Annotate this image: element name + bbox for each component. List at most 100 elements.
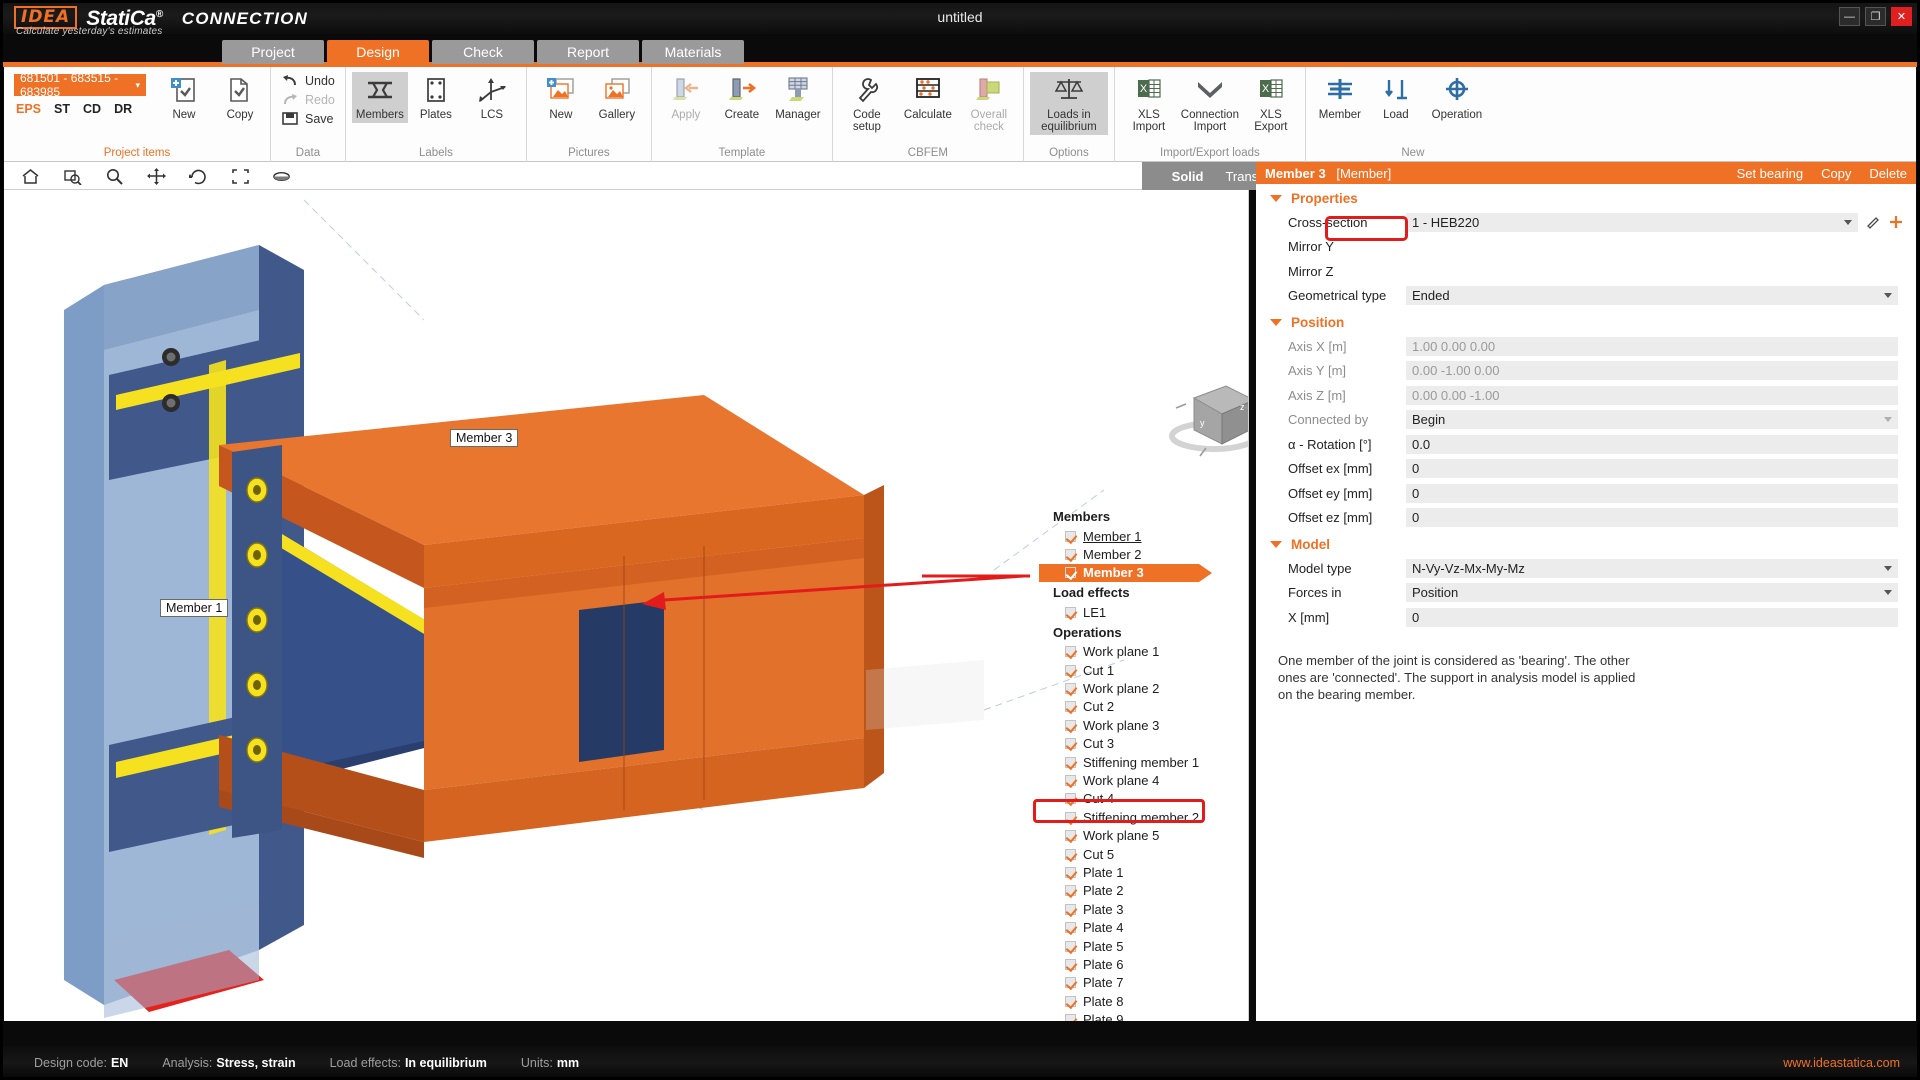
checkbox[interactable]: [1065, 665, 1076, 676]
filter-cd[interactable]: CD: [83, 102, 101, 116]
tab-report[interactable]: Report: [537, 40, 639, 64]
new-load-button[interactable]: Load: [1368, 72, 1424, 123]
model-viewport[interactable]: Member 3 Member 1 y z Members Member 1: [4, 190, 1249, 1021]
delete-button[interactable]: Delete: [1869, 166, 1907, 181]
new-member-button[interactable]: Member: [1312, 72, 1368, 123]
fit-to-screen-icon[interactable]: [230, 166, 250, 186]
tree-item-operation[interactable]: Plate 6: [1039, 955, 1234, 973]
checkbox[interactable]: [1065, 646, 1076, 657]
checkbox[interactable]: [1065, 941, 1076, 952]
checkbox[interactable]: [1065, 683, 1076, 694]
minimize-button[interactable]: —: [1839, 7, 1860, 26]
checkbox[interactable]: [1065, 959, 1076, 970]
checkbox[interactable]: [1065, 720, 1076, 731]
tree-item-operation[interactable]: Work plane 5: [1039, 826, 1234, 844]
tab-project[interactable]: Project: [222, 40, 324, 64]
tree-item-operation[interactable]: Plate 4: [1039, 918, 1234, 936]
connection-import-button[interactable]: ConnectionImport: [1177, 72, 1243, 135]
labels-lcs-button[interactable]: LCS: [464, 72, 520, 123]
copy-button[interactable]: Copy: [1821, 166, 1851, 181]
template-apply-button[interactable]: Apply: [658, 72, 714, 123]
tree-item-operation[interactable]: Plate 2: [1039, 882, 1234, 900]
xls-export-button[interactable]: X XLSExport: [1243, 72, 1299, 135]
tree-item-operation[interactable]: Stiffening member 2: [1039, 808, 1234, 826]
tree-item-operation[interactable]: Plate 5: [1039, 937, 1234, 955]
connected-by-combo[interactable]: Begin: [1406, 410, 1898, 429]
tree-item-operation[interactable]: Cut 1: [1039, 661, 1234, 679]
tree-item-member-1[interactable]: Member 1: [1039, 527, 1234, 545]
geometrical-type-combo[interactable]: Ended: [1406, 286, 1898, 305]
checkbox[interactable]: [1065, 904, 1076, 915]
overall-check-button[interactable]: Overallcheck: [961, 72, 1017, 135]
tree-item-operation[interactable]: Work plane 1: [1039, 643, 1234, 661]
tree-item-operation[interactable]: Plate 1: [1039, 863, 1234, 881]
calculate-button[interactable]: Calculate: [895, 72, 961, 123]
orientation-cube[interactable]: y z: [1154, 370, 1249, 460]
loads-in-equilibrium-button[interactable]: Loads inequilibrium: [1030, 72, 1108, 135]
tab-materials[interactable]: Materials: [642, 40, 744, 64]
filter-eps[interactable]: EPS: [16, 102, 41, 116]
cross-section-combo[interactable]: 1 - HEB220: [1406, 213, 1858, 232]
checkbox[interactable]: [1065, 1014, 1076, 1021]
set-bearing-button[interactable]: Set bearing: [1737, 166, 1804, 181]
tree-item-operation[interactable]: Plate 3: [1039, 900, 1234, 918]
checkbox[interactable]: [1065, 775, 1076, 786]
tree-item-operation[interactable]: Plate 7: [1039, 974, 1234, 992]
template-create-button[interactable]: Create: [714, 72, 770, 123]
save-button[interactable]: Save: [281, 111, 335, 127]
search-icon[interactable]: [104, 166, 124, 186]
rotation-input[interactable]: 0.0: [1406, 435, 1898, 454]
tree-item-operation[interactable]: Work plane 2: [1039, 679, 1234, 697]
model-type-combo[interactable]: N-Vy-Vz-Mx-My-Mz: [1406, 559, 1898, 578]
caret-down-icon[interactable]: [1270, 195, 1282, 202]
template-manager-button[interactable]: Manager: [770, 72, 826, 123]
model-tree[interactable]: Members Member 1 Member 2 Member 3 Load …: [1039, 506, 1234, 1021]
labels-plates-button[interactable]: Plates: [408, 72, 464, 123]
section-model[interactable]: Model: [1256, 530, 1916, 556]
tab-check[interactable]: Check: [432, 40, 534, 64]
checkbox[interactable]: [1065, 531, 1076, 542]
website-link[interactable]: www.ideastatica.com: [1783, 1056, 1900, 1070]
tree-item-member-3[interactable]: Member 3: [1039, 564, 1199, 582]
checkbox[interactable]: [1065, 977, 1076, 988]
zoom-window-icon[interactable]: [62, 166, 82, 186]
checkbox[interactable]: [1065, 701, 1076, 712]
tree-item-member-2[interactable]: Member 2: [1039, 545, 1234, 563]
checkbox[interactable]: [1065, 793, 1076, 804]
checkbox[interactable]: [1065, 830, 1076, 841]
new-operation-button[interactable]: Operation: [1424, 72, 1490, 123]
tree-item-operation[interactable]: Plate 8: [1039, 992, 1234, 1010]
clipping-icon[interactable]: [272, 166, 292, 186]
maximize-button[interactable]: ❐: [1865, 7, 1886, 26]
checkbox[interactable]: [1065, 922, 1076, 933]
checkbox[interactable]: [1065, 849, 1076, 860]
filter-st[interactable]: ST: [54, 102, 70, 116]
offset-ey-input[interactable]: 0: [1406, 484, 1898, 503]
close-button[interactable]: ✕: [1891, 7, 1912, 26]
code-setup-button[interactable]: Codesetup: [839, 72, 895, 135]
add-cross-section-icon[interactable]: [1888, 214, 1904, 230]
picture-gallery-button[interactable]: Gallery: [589, 72, 645, 123]
filter-dr[interactable]: DR: [114, 102, 132, 116]
tree-item-operation[interactable]: Cut 5: [1039, 845, 1234, 863]
tree-item-operation[interactable]: Work plane 3: [1039, 716, 1234, 734]
checkbox[interactable]: [1065, 738, 1076, 749]
rotate-icon[interactable]: [188, 166, 208, 186]
new-item-button[interactable]: New: [156, 72, 212, 123]
tree-item-operation[interactable]: Work plane 4: [1039, 771, 1234, 789]
offset-ex-input[interactable]: 0: [1406, 459, 1898, 478]
checkbox[interactable]: [1065, 867, 1076, 878]
tree-item-le1[interactable]: LE1: [1039, 603, 1234, 621]
checkbox[interactable]: [1065, 607, 1076, 618]
tree-item-operation[interactable]: Cut 4: [1039, 790, 1234, 808]
project-item-combo[interactable]: 681501 - 683515 - 683985 ▾: [14, 74, 146, 96]
copy-item-button[interactable]: Copy: [212, 72, 268, 123]
caret-down-icon[interactable]: [1270, 319, 1282, 326]
edit-cross-section-icon[interactable]: [1865, 214, 1881, 230]
checkbox[interactable]: [1065, 996, 1076, 1007]
section-properties[interactable]: Properties: [1256, 184, 1916, 210]
checkbox[interactable]: [1065, 812, 1076, 823]
xls-import-button[interactable]: X XLSImport: [1121, 72, 1177, 135]
checkbox[interactable]: [1065, 567, 1076, 578]
tree-item-operation[interactable]: Plate 9: [1039, 1010, 1234, 1021]
